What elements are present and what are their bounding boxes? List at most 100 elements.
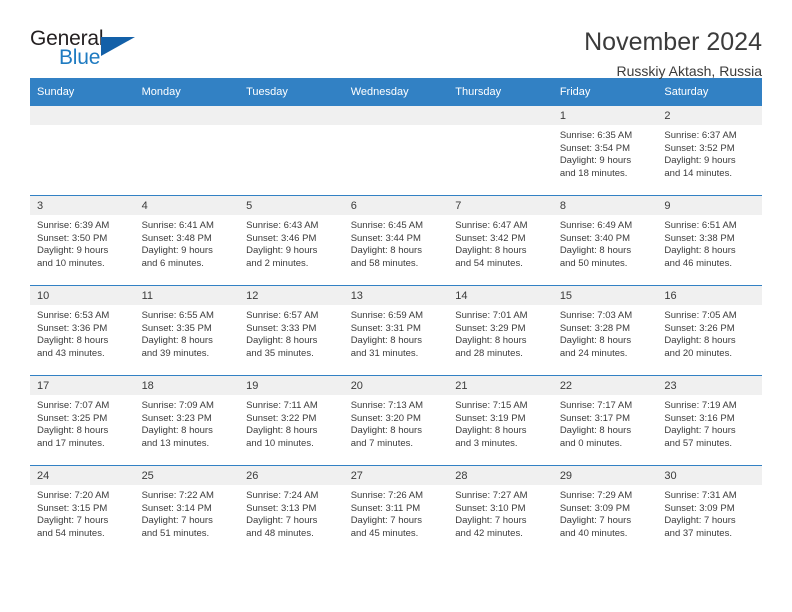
calendar-day-cell[interactable]: 6 Sunrise: 6:45 AM Sunset: 3:44 PM Daylight… [343, 195, 449, 286]
day-details: Sunrise: 7:11 AM Sunset: 3:22 PM Daylight:… [239, 395, 344, 450]
day-details: Sunrise: 7:27 AM Sunset: 3:10 PM Daylight:… [448, 485, 553, 540]
calendar-day-cell[interactable]: 30 Sunrise: 7:31 AM Sunset: 3:09 PM Dayligh… [657, 465, 762, 555]
calendar-day-cell[interactable]: 1 Sunrise: 6:35 AM Sunset: 3:54 PM Daylight… [552, 106, 658, 196]
day-cell-inner: 5 Sunrise: 6:43 AM Sunset: 3:46 PM Daylight… [239, 196, 344, 285]
calendar-day-cell[interactable]: 26 Sunrise: 7:24 AM Sunset: 3:13 PM Dayligh… [239, 465, 344, 555]
daylight-text-line2: and 43 minutes. [37, 347, 105, 359]
day-cell-inner: 19 Sunrise: 7:11 AM Sunset: 3:22 PM Dayligh… [239, 376, 344, 465]
day-cell-inner: 18 Sunrise: 7:09 AM Sunset: 3:23 PM Dayligh… [134, 376, 240, 465]
day-number: 29 [552, 466, 658, 485]
calendar-day-cell[interactable]: 15 Sunrise: 7:03 AM Sunset: 3:28 PM Dayligh… [552, 285, 658, 376]
day-details: Sunrise: 6:53 AM Sunset: 3:36 PM Daylight:… [30, 305, 135, 360]
calendar-body: 1 Sunrise: 6:35 AM Sunset: 3:54 PM Daylight… [30, 106, 762, 555]
daylight-text-line2: and 57 minutes. [664, 437, 732, 449]
day-number: 6 [343, 196, 449, 215]
page-subtitle: Russkiy Aktash, Russia [616, 62, 763, 79]
sunset-text: Sunset: 3:50 PM [37, 232, 108, 244]
daylight-text-line2: and 48 minutes. [246, 527, 314, 539]
daylight-text-line2: and 58 minutes. [350, 257, 419, 269]
sunrise-text: Sunrise: 6:45 AM [350, 220, 424, 231]
day-number: 27 [343, 466, 449, 485]
day-details: Sunrise: 6:59 AM Sunset: 3:31 PM Daylight:… [344, 305, 449, 360]
daylight-text-line1: Daylight: 9 hours [37, 245, 109, 257]
sunrise-text: Sunrise: 7:15 AM [455, 400, 528, 411]
calendar-week-row: 24 Sunrise: 7:20 AM Sunset: 3:15 PM Dayligh… [30, 465, 762, 555]
calendar-day-cell[interactable]: 5 Sunrise: 6:43 AM Sunset: 3:46 PM Daylight… [239, 195, 344, 286]
sunset-text: Sunset: 3:09 PM [559, 502, 631, 514]
calendar-day-cell[interactable]: 4 Sunrise: 6:41 AM Sunset: 3:48 PM Daylight… [134, 195, 240, 286]
day-cell-inner: 27 Sunrise: 7:26 AM Sunset: 3:11 PM Dayligh… [343, 466, 449, 555]
daylight-text-line1: Daylight: 8 hours [37, 335, 109, 347]
daylight-text-line1: Daylight: 8 hours [559, 425, 632, 437]
calendar-day-cell[interactable]: 13 Sunrise: 6:59 AM Sunset: 3:31 PM Dayligh… [343, 285, 449, 376]
day-details: Sunrise: 6:49 AM Sunset: 3:40 PM Daylight:… [553, 215, 658, 270]
daylight-text-line2: and 45 minutes. [350, 527, 419, 539]
daylight-text-line1: Daylight: 8 hours [141, 335, 213, 347]
weekday-header-row: Sunday Monday Tuesday Wednesday Thursday… [30, 78, 762, 106]
calendar-day-cell[interactable]: 23 Sunrise: 7:19 AM Sunset: 3:16 PM Dayligh… [657, 375, 762, 466]
sunrise-text: Sunrise: 6:51 AM [664, 220, 737, 231]
day-number: 16 [657, 286, 762, 305]
calendar-day-cell[interactable]: 20 Sunrise: 7:13 AM Sunset: 3:20 PM Dayligh… [343, 375, 449, 466]
sunrise-text: Sunrise: 6:59 AM [350, 310, 424, 321]
daylight-text-line2: and 3 minutes. [455, 437, 518, 449]
calendar-day-cell[interactable]: 11 Sunrise: 6:55 AM Sunset: 3:35 PM Dayligh… [134, 285, 240, 376]
sunset-text: Sunset: 3:25 PM [37, 412, 108, 424]
day-cell-inner: 16 Sunrise: 7:05 AM Sunset: 3:26 PM Dayligh… [657, 286, 762, 375]
calendar-day-cell[interactable]: 16 Sunrise: 7:05 AM Sunset: 3:26 PM Dayligh… [657, 285, 762, 376]
daylight-text-line1: Daylight: 7 hours [246, 515, 318, 527]
day-number: 23 [657, 376, 762, 395]
day-number: 7 [448, 196, 553, 215]
daylight-text-line1: Daylight: 8 hours [559, 245, 632, 257]
day-cell-inner: 1 Sunrise: 6:35 AM Sunset: 3:54 PM Daylight… [552, 106, 658, 195]
sunset-text: Sunset: 3:48 PM [141, 232, 212, 244]
calendar-week-row: 10 Sunrise: 6:53 AM Sunset: 3:36 PM Dayligh… [30, 285, 762, 376]
day-details: Sunrise: 7:24 AM Sunset: 3:13 PM Daylight:… [239, 485, 344, 540]
sunset-text: Sunset: 3:42 PM [455, 232, 526, 244]
day-number: 9 [657, 196, 762, 215]
day-cell-inner: 3 Sunrise: 6:39 AM Sunset: 3:50 PM Daylight… [30, 196, 135, 285]
calendar-day-cell[interactable]: 25 Sunrise: 7:22 AM Sunset: 3:14 PM Dayligh… [134, 465, 240, 555]
calendar-day-cell[interactable]: 7 Sunrise: 6:47 AM Sunset: 3:42 PM Daylight… [448, 195, 553, 286]
daylight-text-line1: Daylight: 7 hours [455, 515, 527, 527]
daylight-text-line1: Daylight: 8 hours [664, 335, 736, 347]
sunrise-text: Sunrise: 6:43 AM [246, 220, 319, 231]
calendar-day-cell[interactable]: 29 Sunrise: 7:29 AM Sunset: 3:09 PM Dayligh… [552, 465, 658, 555]
calendar-day-cell[interactable]: 18 Sunrise: 7:09 AM Sunset: 3:23 PM Dayligh… [134, 375, 240, 466]
daylight-text-line2: and 28 minutes. [455, 347, 523, 359]
day-cell-inner: 8 Sunrise: 6:49 AM Sunset: 3:40 PM Daylight… [552, 196, 658, 285]
calendar-day-cell[interactable]: 14 Sunrise: 7:01 AM Sunset: 3:29 PM Dayligh… [448, 285, 553, 376]
daylight-text-line2: and 54 minutes. [37, 527, 105, 539]
sunset-text: Sunset: 3:31 PM [350, 322, 421, 334]
daylight-text-line1: Daylight: 8 hours [559, 335, 632, 347]
weekday-header-wednesday: Wednesday [343, 78, 449, 106]
daylight-text-line1: Daylight: 8 hours [455, 335, 527, 347]
calendar-day-cell[interactable]: 8 Sunrise: 6:49 AM Sunset: 3:40 PM Daylight… [552, 195, 658, 286]
sunset-text: Sunset: 3:28 PM [559, 322, 631, 334]
calendar-day-cell[interactable]: 9 Sunrise: 6:51 AM Sunset: 3:38 PM Daylight… [657, 195, 762, 286]
daylight-text-line2: and 31 minutes. [350, 347, 419, 359]
sunset-text: Sunset: 3:13 PM [246, 502, 317, 514]
calendar-day-cell[interactable]: 22 Sunrise: 7:17 AM Sunset: 3:17 PM Dayligh… [552, 375, 658, 466]
day-details: Sunrise: 6:39 AM Sunset: 3:50 PM Daylight:… [30, 215, 135, 270]
day-number: 17 [30, 376, 135, 395]
day-cell-inner: 25 Sunrise: 7:22 AM Sunset: 3:14 PM Dayligh… [134, 466, 240, 555]
calendar-day-cell[interactable]: 17 Sunrise: 7:07 AM Sunset: 3:25 PM Dayligh… [30, 375, 135, 466]
sunrise-text: Sunrise: 7:31 AM [664, 490, 737, 501]
calendar-day-cell[interactable]: 10 Sunrise: 6:53 AM Sunset: 3:36 PM Dayligh… [30, 285, 135, 376]
calendar-day-cell[interactable]: 3 Sunrise: 6:39 AM Sunset: 3:50 PM Daylight… [30, 195, 135, 286]
calendar-day-cell[interactable]: 19 Sunrise: 7:11 AM Sunset: 3:22 PM Dayligh… [239, 375, 344, 466]
sunset-text: Sunset: 3:22 PM [246, 412, 317, 424]
day-cell-inner: 7 Sunrise: 6:47 AM Sunset: 3:42 PM Daylight… [448, 196, 553, 285]
calendar-day-cell[interactable]: 12 Sunrise: 6:57 AM Sunset: 3:33 PM Dayligh… [239, 285, 344, 376]
calendar-day-cell[interactable]: 21 Sunrise: 7:15 AM Sunset: 3:19 PM Dayligh… [448, 375, 553, 466]
daylight-text-line1: Daylight: 7 hours [350, 515, 422, 527]
calendar-day-cell[interactable]: 24 Sunrise: 7:20 AM Sunset: 3:15 PM Dayligh… [30, 465, 135, 555]
daylight-text-line1: Daylight: 7 hours [664, 425, 736, 437]
general-blue-logo[interactable]: General Blue [30, 28, 150, 76]
calendar-day-cell[interactable]: 2 Sunrise: 6:37 AM Sunset: 3:52 PM Daylight… [657, 106, 762, 196]
day-cell-inner: 20 Sunrise: 7:13 AM Sunset: 3:20 PM Dayligh… [343, 376, 449, 465]
calendar-day-cell[interactable]: 27 Sunrise: 7:26 AM Sunset: 3:11 PM Dayligh… [343, 465, 449, 555]
calendar-day-cell[interactable]: 28 Sunrise: 7:27 AM Sunset: 3:10 PM Dayligh… [448, 465, 553, 555]
sunrise-text: Sunrise: 7:19 AM [664, 400, 737, 411]
